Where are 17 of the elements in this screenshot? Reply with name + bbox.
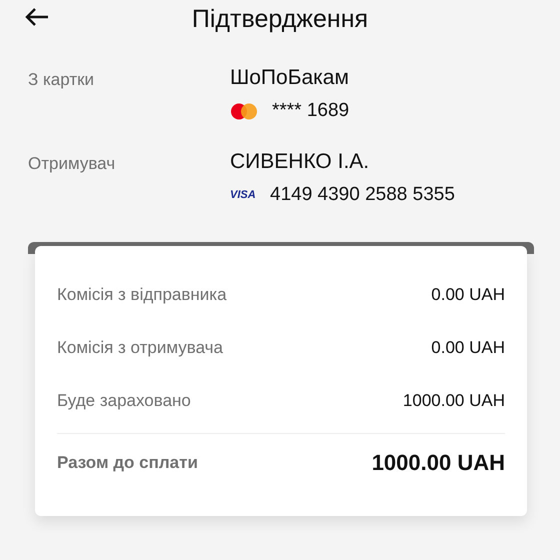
summary-value: 0.00 UAH <box>431 338 505 358</box>
summary-label: Комісія з відправника <box>57 284 227 304</box>
card-number: **** 1689 <box>272 100 350 122</box>
summary-label: Разом до сплати <box>57 453 198 473</box>
mastercard-icon <box>230 102 258 120</box>
summary-value: 1000.00 UAH <box>402 390 505 410</box>
summary-value: 0.00 UAH <box>431 284 505 304</box>
party-label: З картки <box>28 69 96 91</box>
summary-label: Комісія з отримувача <box>57 338 223 358</box>
card-number: 4149 4390 2588 5355 <box>270 184 455 206</box>
page-title: Підтвердження <box>192 4 368 34</box>
party-name: СИВЕНКО І.А. <box>230 150 370 174</box>
visa-logo: VISA <box>230 189 256 201</box>
summary-label: Буде зараховано <box>57 390 191 410</box>
party-label: Отримувач <box>28 153 116 175</box>
summary-value: 1000.00 UAH <box>372 450 505 476</box>
party-name: ШоПоБакам <box>230 66 350 90</box>
